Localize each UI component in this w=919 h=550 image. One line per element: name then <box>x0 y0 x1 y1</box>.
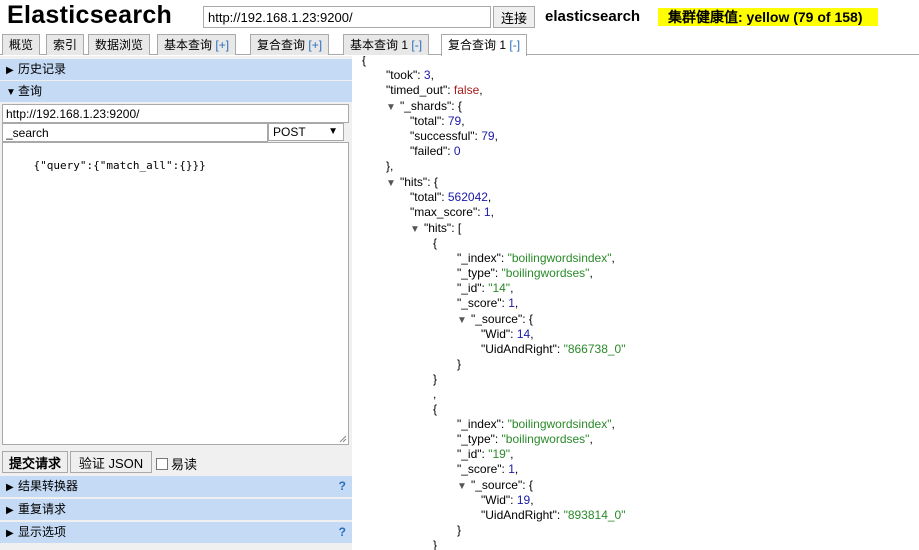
json-line: ▼ "hits": [ <box>410 221 462 237</box>
tab-bar: 概览 索引 数据浏览 基本查询 [+] 复合查询 [+] 基本查询 1 [-] … <box>0 34 919 56</box>
collapse-arrow-icon: ▼ <box>6 87 16 98</box>
tab-close-control[interactable]: [-] <box>509 38 520 52</box>
json-line: "_score": 1, <box>457 462 519 476</box>
tab-compound-query[interactable]: 复合查询 [+] <box>250 34 330 55</box>
json-line: "successful": 79, <box>410 129 498 143</box>
tab-close-control[interactable]: [-] <box>411 38 422 52</box>
response-viewer: { "took": 3, "timed_out": false, ▼ "_shar… <box>356 56 919 550</box>
json-line: { <box>362 56 367 67</box>
json-line: { <box>433 402 438 416</box>
result-transformer-header[interactable]: ▶ 结果转换器 ? <box>0 476 352 497</box>
collapse-triangle-icon[interactable]: ▼ <box>386 100 400 115</box>
section-label: 结果转换器 <box>18 479 79 493</box>
json-line: "Wid": 19, <box>481 493 534 507</box>
expand-arrow-icon: ▶ <box>6 505 14 516</box>
tab-label: 复合查询 1 <box>448 38 507 52</box>
help-icon[interactable]: ? <box>339 476 346 497</box>
json-line: "took": 3, <box>386 68 434 82</box>
section-label: 重复请求 <box>18 502 67 516</box>
json-line: ▼ "_shards": { <box>386 99 462 115</box>
json-line: "Wid": 14, <box>481 327 534 341</box>
tab-add-control[interactable]: [+] <box>308 38 322 52</box>
json-line: "total": 562042, <box>410 190 492 204</box>
collapse-triangle-icon[interactable]: ▼ <box>457 313 471 328</box>
readonly-label: 易读 <box>171 457 198 472</box>
display-options-header[interactable]: ▶ 显示选项 ? <box>0 522 352 543</box>
cluster-name: elasticsearch <box>545 8 641 25</box>
repeat-request-header[interactable]: ▶ 重复请求 <box>0 499 352 520</box>
json-line: "UidAndRight": "866738_0" <box>481 342 626 356</box>
tab-label: 数据浏览 <box>95 38 144 52</box>
request-panel: ▶历史记录 ▼查询 POST ▼ {"query":{"match_all":{… <box>0 56 352 550</box>
readonly-checkbox[interactable] <box>156 458 168 470</box>
collapse-triangle-icon[interactable]: ▼ <box>457 479 471 494</box>
tab-label: 基本查询 1 <box>350 38 409 52</box>
json-line: "_id": "19", <box>457 447 514 461</box>
section-label: 查询 <box>18 84 43 98</box>
tab-compound-query-1[interactable]: 复合查询 1 [-] <box>441 34 528 56</box>
request-body-text: {"query":{"match_all":{}}} <box>33 159 206 172</box>
json-line: } <box>433 372 438 386</box>
json-line: ▼ "_source": { <box>457 478 533 494</box>
tab-basic-query-1[interactable]: 基本查询 1 [-] <box>343 34 430 55</box>
connect-button[interactable]: 连接 <box>493 6 535 28</box>
query-section-header[interactable]: ▼ 查询 <box>0 81 352 102</box>
tab-label: 概览 <box>9 38 34 52</box>
expand-arrow-icon: ▶ <box>6 528 14 539</box>
json-line: "_type": "boilingwordses", <box>457 266 593 280</box>
path-input[interactable] <box>2 123 268 142</box>
cluster-health-badge: 集群健康值: yellow (79 of 158) <box>658 8 879 26</box>
json-line: ▼ "_source": { <box>457 312 533 328</box>
json-line: "_index": "boilingwordsindex", <box>457 251 615 265</box>
resize-grip-icon[interactable] <box>339 435 347 443</box>
collapse-triangle-icon[interactable]: ▼ <box>410 222 424 237</box>
json-line: "_id": "14", <box>457 281 514 295</box>
json-line: "UidAndRight": "893814_0" <box>481 508 626 522</box>
json-line: { <box>433 236 438 250</box>
app-title: Elasticsearch <box>7 1 173 29</box>
host-input[interactable] <box>2 104 349 123</box>
readonly-option[interactable]: 易读 <box>156 454 197 473</box>
method-select-value: POST <box>273 125 306 139</box>
history-section-header[interactable]: ▶ 历史记录 <box>0 59 352 80</box>
tab-label: 复合查询 <box>257 38 306 52</box>
header: Elasticsearch 连接 elasticsearch 集群健康值: ye… <box>0 0 919 32</box>
tab-indices[interactable]: 索引 <box>46 34 85 55</box>
request-body-textarea[interactable]: {"query":{"match_all":{}}} <box>2 142 349 445</box>
json-line: , <box>433 387 437 401</box>
json-line: "timed_out": false, <box>386 83 483 97</box>
dropdown-arrow-icon: ▼ <box>328 126 338 137</box>
submit-request-button[interactable]: 提交请求 <box>2 451 68 473</box>
tab-overview[interactable]: 概览 <box>2 34 41 55</box>
expand-arrow-icon: ▶ <box>6 65 14 76</box>
tab-label: 索引 <box>53 38 78 52</box>
tab-browser[interactable]: 数据浏览 <box>88 34 151 55</box>
section-label: 显示选项 <box>18 525 67 539</box>
json-line: ▼ "hits": { <box>386 175 438 191</box>
help-icon[interactable]: ? <box>339 522 346 543</box>
tab-label: 基本查询 <box>164 38 213 52</box>
json-line: "total": 79, <box>410 114 465 128</box>
expand-arrow-icon: ▶ <box>6 482 14 493</box>
tab-basic-query[interactable]: 基本查询 [+] <box>157 34 237 55</box>
json-line: } <box>457 523 462 537</box>
validate-json-button[interactable]: 验证 JSON <box>70 451 152 473</box>
json-line: "max_score": 1, <box>410 205 494 219</box>
json-line: } <box>433 538 438 550</box>
json-line: } <box>457 357 462 371</box>
json-line: "failed": 0 <box>410 144 461 158</box>
collapse-triangle-icon[interactable]: ▼ <box>386 176 400 191</box>
json-line: }, <box>386 159 394 173</box>
json-line: "_index": "boilingwordsindex", <box>457 417 615 431</box>
cluster-url-input[interactable] <box>203 6 491 28</box>
json-line: "_score": 1, <box>457 296 519 310</box>
json-line: "_type": "boilingwordses", <box>457 432 593 446</box>
section-label: 历史记录 <box>18 62 67 76</box>
tab-add-control[interactable]: [+] <box>215 38 229 52</box>
method-select[interactable]: POST ▼ <box>268 123 344 141</box>
